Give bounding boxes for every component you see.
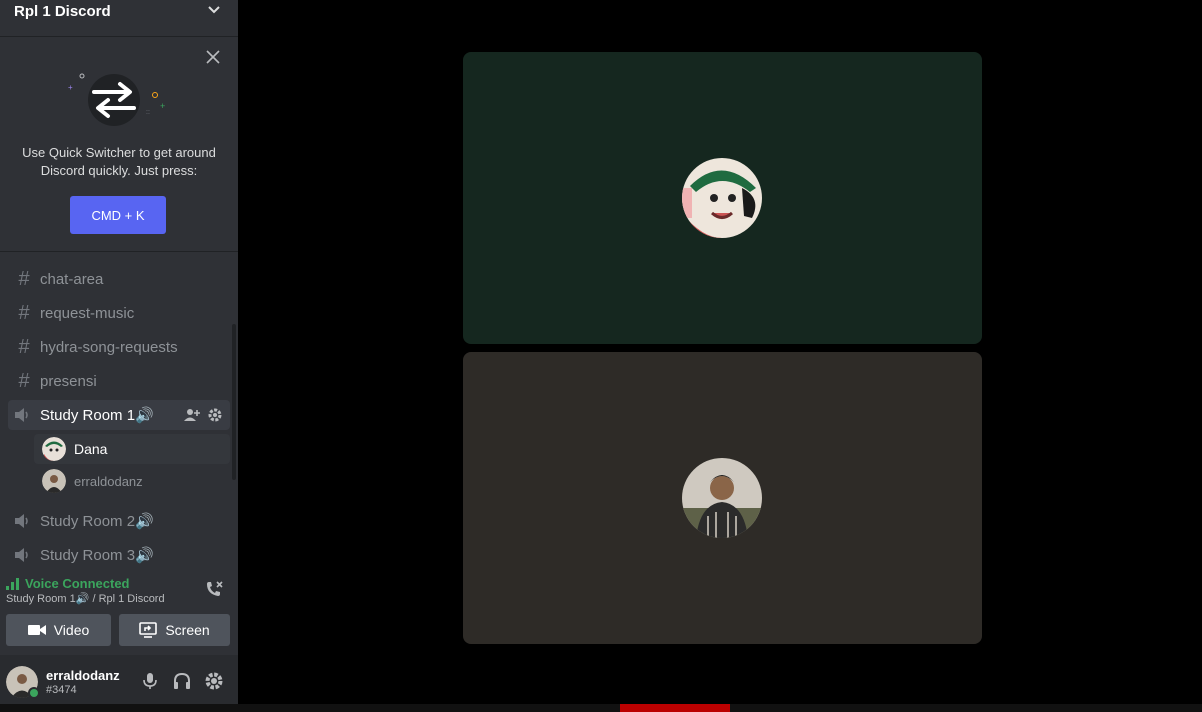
username[interactable]: erraldodanz <box>46 668 120 683</box>
channel-label: Study Room 1🔊 <box>40 407 154 424</box>
channel-label: Study Room 3🔊 <box>40 547 154 564</box>
channel-presensi[interactable]: # presensi <box>8 366 230 396</box>
avatar <box>42 469 66 493</box>
video-tile-erraldodanz[interactable] <box>463 352 982 644</box>
video-button-label: Video <box>53 622 90 638</box>
switch-arrows-icon: + + :: <box>68 73 165 126</box>
avatar <box>682 458 762 538</box>
camera-icon <box>27 625 46 635</box>
channel-label: Study Room 2🔊 <box>40 513 154 530</box>
voice-member-erraldodanz[interactable]: erraldodanz <box>34 466 230 496</box>
svg-text:+: + <box>160 101 165 111</box>
voice-channel-study-room-1[interactable]: Study Room 1🔊 <box>8 400 230 430</box>
hash-icon: # <box>18 335 30 358</box>
disconnect-icon[interactable] <box>204 580 224 600</box>
voice-channel-study-room-2[interactable]: Study Room 2🔊 <box>8 506 230 536</box>
channel-label: request-music <box>40 304 135 322</box>
member-name: erraldodanz <box>74 473 143 489</box>
gear-icon[interactable] <box>208 408 222 422</box>
speaker-icon <box>14 547 34 563</box>
svg-text:+: + <box>68 83 73 92</box>
avatar <box>682 158 762 238</box>
server-name: Rpl 1 Discord <box>14 2 111 20</box>
hash-icon: # <box>18 301 30 324</box>
hash-icon: # <box>18 369 30 392</box>
screen-share-icon <box>139 622 158 638</box>
voice-member-dana[interactable]: Dana <box>34 434 230 464</box>
speaker-icon <box>14 513 34 529</box>
svg-text:::: :: <box>146 109 150 116</box>
speaker-icon <box>14 407 34 423</box>
discord-app: Rpl 1 Discord + + :: Use Quick Switcher … <box>0 0 1202 712</box>
screen-button-label: Screen <box>165 622 210 638</box>
taskbar-strip <box>0 704 1202 712</box>
avatar <box>42 437 66 461</box>
user-discriminator: #3474 <box>46 684 77 696</box>
voice-channel-study-room-3[interactable]: Study Room 3🔊 <box>8 540 230 566</box>
voice-stage <box>238 0 1202 712</box>
voice-status-title: Voice Connected <box>25 576 130 591</box>
channel-list: # chat-area # request-music # hydra-song… <box>0 254 238 566</box>
chevron-down-icon[interactable] <box>208 4 220 16</box>
server-header[interactable]: Rpl 1 Discord <box>0 0 238 37</box>
quick-switcher-text: Use Quick Switcher to get around Discord… <box>22 145 216 178</box>
channel-scrollbar[interactable] <box>232 324 236 480</box>
voice-status-subtitle[interactable]: Study Room 1🔊 / Rpl 1 Discord <box>6 592 165 605</box>
screen-share-button[interactable]: Screen <box>119 614 230 646</box>
headphones-icon[interactable] <box>172 671 192 691</box>
channel-hydra-song-requests[interactable]: # hydra-song-requests <box>8 332 230 362</box>
voice-status[interactable]: Voice Connected <box>6 576 130 591</box>
sidebar: Rpl 1 Discord + + :: Use Quick Switcher … <box>0 0 238 712</box>
invite-member-icon[interactable] <box>184 408 200 422</box>
channel-label: hydra-song-requests <box>40 338 178 356</box>
channel-label: presensi <box>40 372 97 390</box>
signal-icon <box>6 577 19 590</box>
quick-switcher-tip: + + :: Use Quick Switcher to get around … <box>0 38 238 252</box>
channel-request-music[interactable]: # request-music <box>8 298 230 328</box>
member-name: Dana <box>74 441 108 457</box>
video-button[interactable]: Video <box>6 614 111 646</box>
microphone-icon[interactable] <box>140 671 160 691</box>
channel-label: chat-area <box>40 270 104 288</box>
voice-connection-panel: Voice Connected Study Room 1🔊 / Rpl 1 Di… <box>0 566 238 656</box>
quick-switcher-shortcut-button[interactable]: CMD + K <box>70 196 166 234</box>
taskbar-segment <box>620 704 730 712</box>
settings-gear-icon[interactable] <box>204 671 224 691</box>
close-icon[interactable] <box>206 50 220 64</box>
hash-icon: # <box>18 267 30 290</box>
video-tile-dana[interactable] <box>463 52 982 344</box>
channel-chat-area[interactable]: # chat-area <box>8 264 230 294</box>
online-status-dot <box>28 687 40 699</box>
